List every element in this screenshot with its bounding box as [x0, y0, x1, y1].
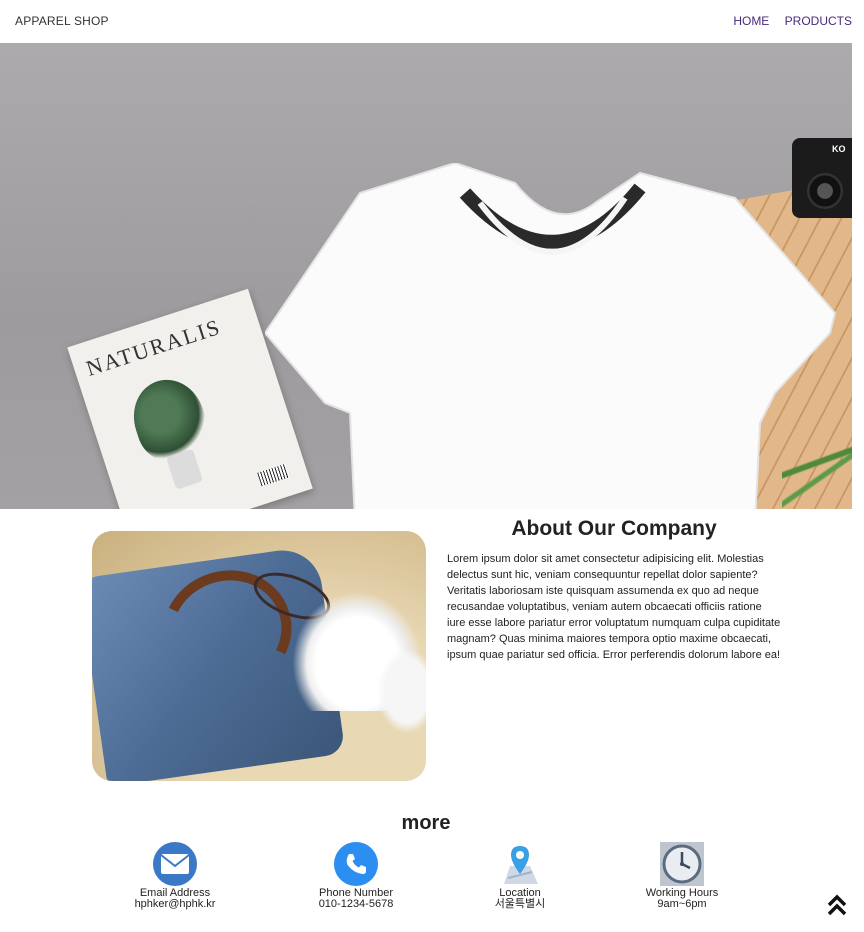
more-title: more: [401, 812, 451, 834]
phone-value[interactable]: 010-1234-5678: [281, 899, 431, 910]
info-phone: Phone Number 010-1234-5678: [281, 842, 431, 910]
double-chevron-up-icon: [827, 894, 847, 916]
site-brand[interactable]: APPAREL SHOP: [15, 14, 109, 28]
about-text: Lorem ipsum dolor sit amet consectetur a…: [447, 553, 781, 661]
phone-icon: [334, 842, 378, 886]
nav-link-home[interactable]: HOME: [733, 14, 769, 28]
about-image: [92, 531, 426, 781]
main-nav: HOME PRODUCTS: [721, 14, 852, 28]
hours-value: 9am~6pm: [657, 898, 707, 910]
scroll-to-top-button[interactable]: [826, 893, 848, 917]
site-header: APPAREL SHOP HOME PRODUCTS: [0, 0, 864, 43]
map-pin-icon: [498, 842, 542, 886]
nav-link-products[interactable]: PRODUCTS: [785, 14, 852, 28]
info-email: Email Address hphker@hphk.kr: [100, 842, 250, 910]
envelope-icon: [153, 842, 197, 886]
info-location: Location 서울특별시: [445, 842, 595, 910]
hero-image: KO NATURALIS: [0, 43, 852, 509]
email-value[interactable]: hphker@hphk.kr: [100, 899, 250, 910]
tshirt-image: [263, 161, 840, 509]
camera-brand-text: KO: [832, 144, 846, 154]
sneaker-second: [372, 641, 426, 741]
clock-icon: [660, 842, 704, 886]
info-hours: Working Hours 9am~6pm: [607, 842, 757, 910]
about-title: About Our Company: [511, 517, 717, 540]
palm-leaf: [782, 429, 852, 509]
magazine-vase: [165, 448, 204, 490]
tshirt-shape: [263, 161, 837, 509]
magazine-plant: [123, 370, 216, 469]
location-value: 서울특별시: [494, 898, 546, 910]
magazine-title: NATURALIS: [82, 313, 225, 381]
